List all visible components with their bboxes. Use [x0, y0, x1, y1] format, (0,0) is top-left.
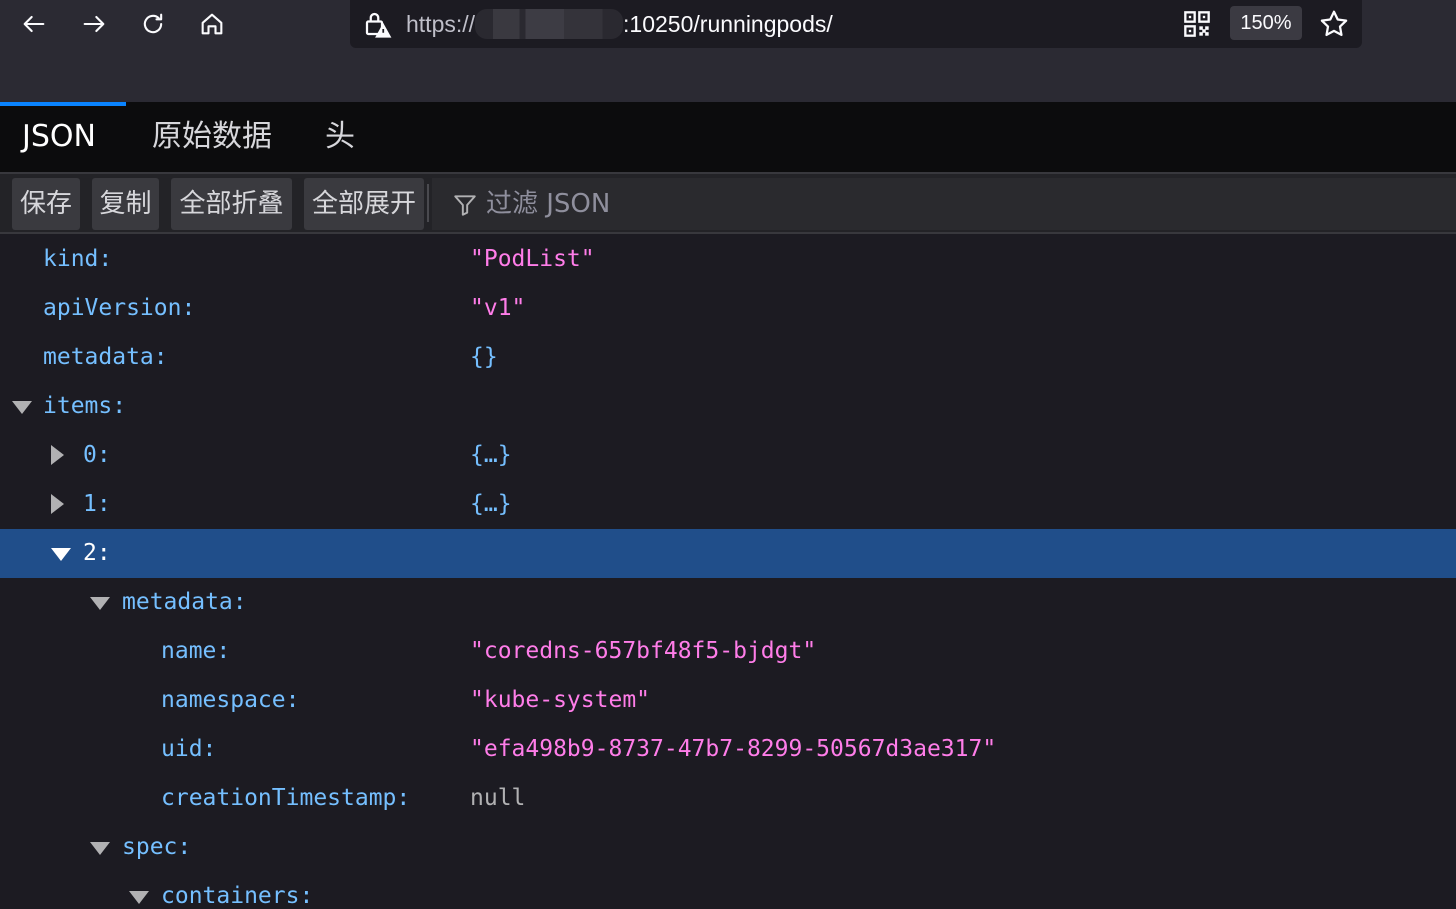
- tree-value: {}: [470, 344, 498, 370]
- expanded-twisty-icon[interactable]: [90, 842, 110, 855]
- collapse-all-button[interactable]: 全部折叠: [171, 178, 292, 230]
- expanded-twisty-icon[interactable]: [90, 597, 110, 610]
- tree-value: null: [470, 785, 526, 811]
- insecure-lock-icon[interactable]: [362, 9, 392, 39]
- toolbar-divider: [427, 184, 429, 222]
- url-protocol: https://: [406, 11, 476, 37]
- tree-key: 1:: [83, 491, 111, 517]
- tree-value: "kube-system": [470, 687, 651, 713]
- copy-button[interactable]: 复制: [92, 178, 159, 230]
- tree-row[interactable]: 1: {…}: [0, 480, 1456, 529]
- tree-value: "efa498b9-8737-47b7-8299-50567d3ae317": [470, 736, 997, 762]
- tree-key: 2:: [83, 540, 111, 566]
- json-toolbar: 保存 复制 全部折叠 全部展开: [0, 174, 1456, 234]
- tree-value: "v1": [470, 295, 526, 321]
- tree-value: "PodList": [470, 246, 595, 272]
- reload-button[interactable]: [133, 4, 173, 44]
- tree-value: {…}: [470, 442, 512, 468]
- expanded-twisty-icon[interactable]: [129, 891, 149, 904]
- collapsed-twisty-icon[interactable]: [51, 494, 64, 514]
- tree-key: containers:: [161, 883, 314, 909]
- tree-row[interactable]: items:: [0, 382, 1456, 431]
- filter-funnel-icon: [454, 195, 476, 216]
- tab-raw-data[interactable]: 原始数据: [152, 102, 272, 172]
- tab-json[interactable]: JSON: [0, 102, 126, 172]
- back-arrow-icon: [23, 15, 45, 33]
- expanded-twisty-icon[interactable]: [12, 401, 32, 414]
- bookmark-star-icon[interactable]: [1318, 8, 1350, 40]
- tree-key: 0:: [83, 442, 111, 468]
- url-bar[interactable]: https:// :10250/runningpods/ 150%: [350, 0, 1362, 48]
- filter-box: [432, 178, 1456, 230]
- forward-arrow-icon: [83, 15, 105, 33]
- back-button[interactable]: [14, 4, 54, 44]
- tree-key: spec:: [122, 834, 192, 860]
- zoom-indicator[interactable]: 150%: [1230, 6, 1302, 40]
- redacted-host: [475, 9, 624, 39]
- filter-json-input[interactable]: [486, 178, 1386, 230]
- tree-row[interactable]: name: "coredns-657bf48f5-bjdgt": [0, 627, 1456, 676]
- tree-row[interactable]: 2:: [0, 529, 1456, 578]
- tree-key: creationTimestamp:: [161, 785, 411, 811]
- home-button[interactable]: [192, 4, 232, 44]
- tree-key: kind:: [43, 246, 113, 272]
- viewer-tabs: JSON 原始数据 头: [0, 102, 1456, 172]
- reload-icon: [143, 13, 163, 34]
- tree-row[interactable]: containers:: [0, 872, 1456, 909]
- tab-headers[interactable]: 头: [325, 102, 355, 172]
- tree-key: apiVersion:: [43, 295, 196, 321]
- browser-toolbar: https:// :10250/runningpods/ 150%: [0, 0, 1456, 102]
- tree-key: metadata:: [43, 344, 168, 370]
- expand-all-button[interactable]: 全部展开: [304, 178, 424, 230]
- tree-row[interactable]: kind: "PodList": [0, 235, 1456, 284]
- forward-button[interactable]: [74, 4, 114, 44]
- tree-row[interactable]: spec:: [0, 823, 1456, 872]
- json-tree: kind: "PodList" apiVersion: "v1" metadata: {}…: [0, 235, 1456, 909]
- home-icon: [201, 13, 223, 35]
- tree-row[interactable]: uid: "efa498b9-8737-47b7-8299-50567d3ae31…: [0, 725, 1456, 774]
- url-path: :10250/runningpods/: [623, 11, 833, 37]
- tree-row[interactable]: namespace: "kube-system": [0, 676, 1456, 725]
- tree-row[interactable]: metadata:: [0, 578, 1456, 627]
- save-button[interactable]: 保存: [12, 178, 80, 230]
- collapsed-twisty-icon[interactable]: [51, 445, 64, 465]
- tree-value: "coredns-657bf48f5-bjdgt": [470, 638, 817, 664]
- url-text[interactable]: https:// :10250/runningpods/: [406, 9, 833, 39]
- tree-key: items:: [43, 393, 127, 419]
- tree-row[interactable]: apiVersion: "v1": [0, 284, 1456, 333]
- tree-row[interactable]: 0: {…}: [0, 431, 1456, 480]
- tree-row[interactable]: metadata: {}: [0, 333, 1456, 382]
- tree-key: name:: [161, 638, 231, 664]
- tree-key: uid:: [161, 736, 217, 762]
- tree-row[interactable]: creationTimestamp: null: [0, 774, 1456, 823]
- tree-key: namespace:: [161, 687, 300, 713]
- expanded-twisty-icon[interactable]: [51, 548, 71, 561]
- qr-code-icon[interactable]: [1183, 10, 1211, 38]
- tree-key: metadata:: [122, 589, 247, 615]
- tree-value: {…}: [470, 491, 512, 517]
